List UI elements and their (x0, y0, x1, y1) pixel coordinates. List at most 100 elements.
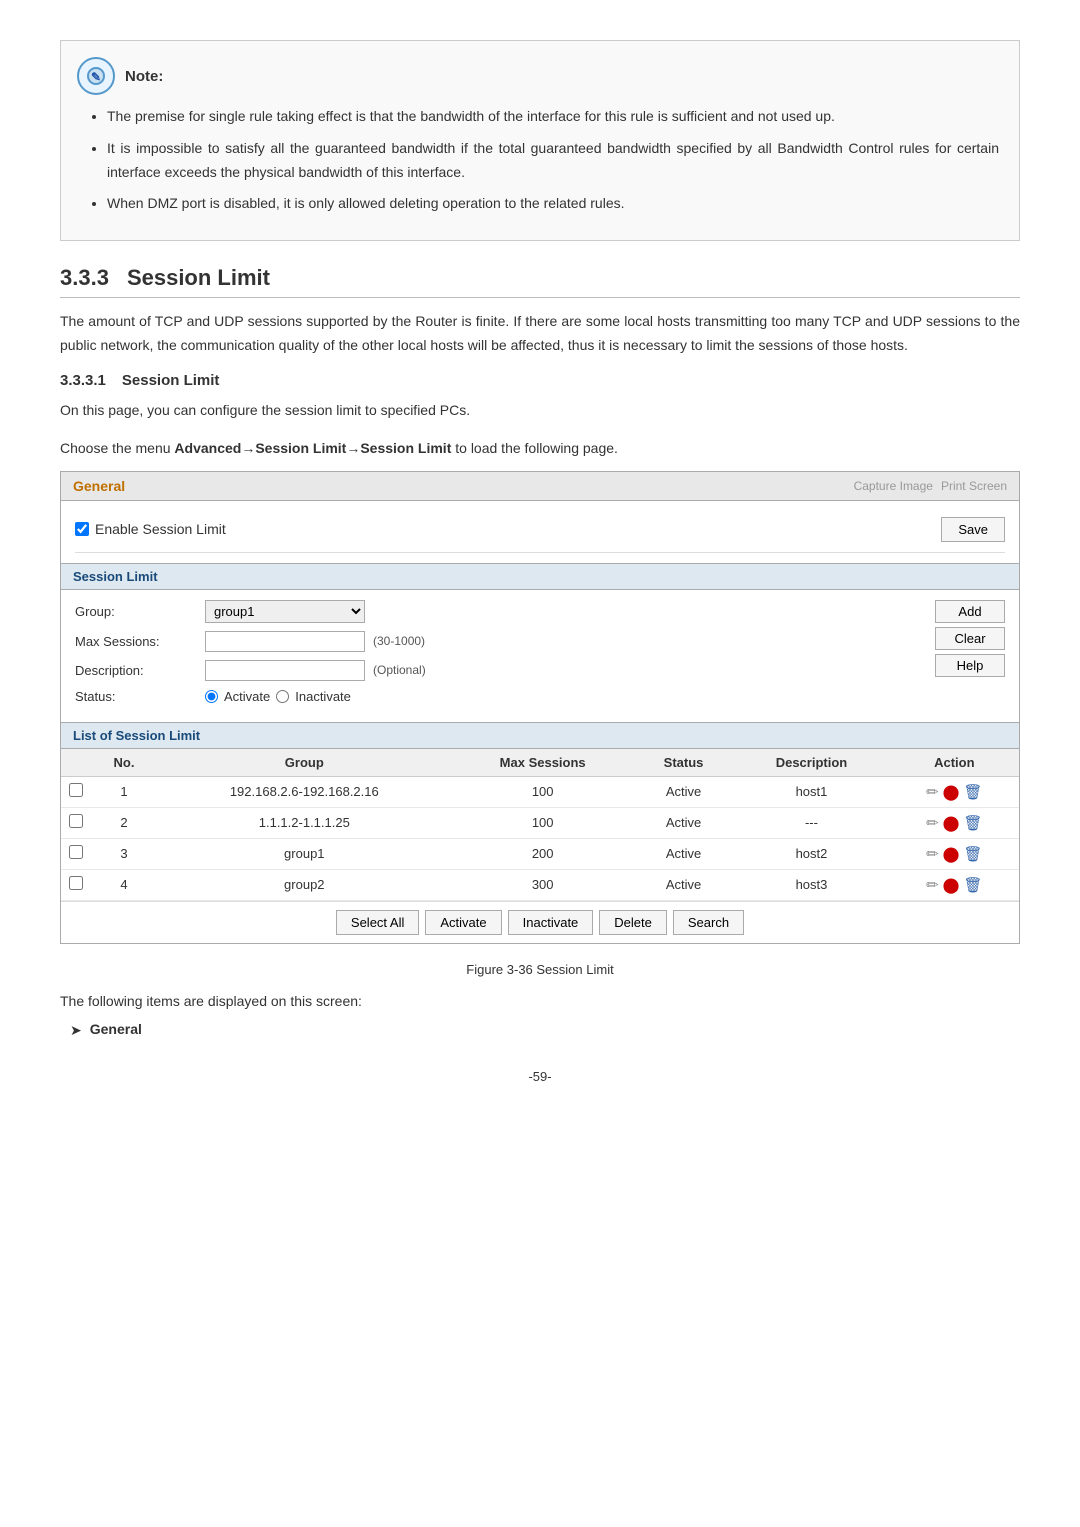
subsection-intro: On this page, you can configure the sess… (60, 399, 1020, 423)
edit-icon[interactable]: ✏ (926, 845, 939, 863)
max-sessions-input[interactable] (205, 631, 365, 652)
row-checkbox-1[interactable] (69, 783, 83, 797)
inactivate-button[interactable]: Inactivate (508, 910, 594, 935)
row-checkbox-cell (61, 869, 91, 900)
row-max-sessions: 100 (452, 776, 634, 807)
search-button[interactable]: Search (673, 910, 744, 935)
following-text: The following items are displayed on thi… (60, 993, 1020, 1009)
row-checkbox-3[interactable] (69, 845, 83, 859)
activate-button[interactable]: Activate (425, 910, 501, 935)
action-buttons: Add Clear Help (921, 590, 1019, 722)
col-description: Description (733, 749, 889, 777)
col-status: Status (634, 749, 734, 777)
note-header: ✎ Note: (77, 57, 999, 95)
delete-icon[interactable]: 🗑 (963, 876, 982, 894)
delete-icon[interactable]: 🗑 (963, 845, 982, 863)
section-body: The amount of TCP and UDP sessions suppo… (60, 310, 1020, 358)
group-row: Group: group1 (75, 600, 907, 623)
row-status: Active (634, 807, 734, 838)
menu-instruction: Choose the menu Advanced→Session Limit→S… (60, 437, 1020, 459)
session-limit-section-header: Session Limit (61, 563, 1019, 590)
max-sessions-hint: (30-1000) (373, 634, 425, 648)
disable-icon[interactable]: ⬤ (943, 783, 960, 801)
table-header-row: No. Group Max Sessions Status Descriptio… (61, 749, 1019, 777)
form-fields: Group: group1 Max Sessions: (30-1000) De… (61, 590, 921, 722)
table-row: 3 group1 200 Active host2 ✏ ⬤ 🗑 (61, 838, 1019, 869)
group-select[interactable]: group1 (205, 600, 365, 623)
disable-icon[interactable]: ⬤ (943, 845, 960, 863)
row-action: ✏ ⬤ 🗑 (890, 807, 1019, 838)
description-input[interactable] (205, 660, 365, 681)
row-checkbox-cell (61, 807, 91, 838)
row-checkbox-2[interactable] (69, 814, 83, 828)
row-max-sessions: 100 (452, 807, 634, 838)
subsection-title: Session Limit (122, 372, 220, 389)
edit-icon[interactable]: ✏ (926, 876, 939, 894)
row-no: 2 (91, 807, 157, 838)
clear-button[interactable]: Clear (935, 627, 1005, 650)
general-label: General (73, 478, 125, 494)
bottom-buttons: Select All Activate Inactivate Delete Se… (61, 901, 1019, 943)
row-max-sessions: 300 (452, 869, 634, 900)
capture-image-btn[interactable]: Capture Image (854, 479, 933, 493)
general-arrow-label: General (90, 1021, 142, 1037)
save-button[interactable]: Save (941, 517, 1005, 542)
table-row: 4 group2 300 Active host3 ✏ ⬤ 🗑 (61, 869, 1019, 900)
row-group: group2 (157, 869, 452, 900)
panel-header: General Capture Image Print Screen (61, 472, 1019, 501)
row-group: 1.1.1.2-1.1.1.25 (157, 807, 452, 838)
note-icon: ✎ (77, 57, 115, 95)
arrow-icon: ➤ (70, 1022, 82, 1039)
add-button[interactable]: Add (935, 600, 1005, 623)
note-item-3: When DMZ port is disabled, it is only al… (107, 192, 999, 216)
subsection-title-row: 3.3.3.1 Session Limit (60, 372, 1020, 389)
print-screen-btn[interactable]: Print Screen (941, 479, 1007, 493)
note-list: The premise for single rule taking effec… (77, 105, 999, 216)
edit-icon[interactable]: ✏ (926, 814, 939, 832)
col-max-sessions: Max Sessions (452, 749, 634, 777)
section-title-row: 3.3.3 Session Limit (60, 265, 1020, 298)
session-limit-table: No. Group Max Sessions Status Descriptio… (61, 749, 1019, 901)
inactivate-radio[interactable] (276, 690, 289, 703)
row-max-sessions: 200 (452, 838, 634, 869)
select-all-button[interactable]: Select All (336, 910, 419, 935)
table-row: 1 192.168.2.6-192.168.2.16 100 Active ho… (61, 776, 1019, 807)
row-description: host2 (733, 838, 889, 869)
row-checkbox-cell (61, 776, 91, 807)
delete-icon[interactable]: 🗑 (963, 814, 982, 832)
list-section-header: List of Session Limit (61, 722, 1019, 749)
form-and-actions: Group: group1 Max Sessions: (30-1000) De… (61, 590, 1019, 722)
row-no: 3 (91, 838, 157, 869)
help-button[interactable]: Help (935, 654, 1005, 677)
activate-radio[interactable] (205, 690, 218, 703)
row-status: Active (634, 776, 734, 807)
panel-enable-section: Enable Session Limit Save (61, 501, 1019, 563)
note-item-2: It is impossible to satisfy all the guar… (107, 137, 999, 185)
row-status: Active (634, 838, 734, 869)
delete-button[interactable]: Delete (599, 910, 667, 935)
description-label: Description: (75, 663, 205, 678)
disable-icon[interactable]: ⬤ (943, 876, 960, 894)
col-checkbox (61, 749, 91, 777)
svg-text:✎: ✎ (91, 70, 101, 84)
section-number: 3.3.3 (60, 265, 109, 291)
delete-icon[interactable]: 🗑 (963, 783, 982, 801)
enable-session-limit-checkbox[interactable] (75, 522, 89, 536)
figure-caption: Figure 3-36 Session Limit (60, 962, 1020, 977)
row-description: host3 (733, 869, 889, 900)
group-label: Group: (75, 604, 205, 619)
edit-icon[interactable]: ✏ (926, 783, 939, 801)
page-number: -59- (60, 1069, 1020, 1084)
row-checkbox-cell (61, 838, 91, 869)
row-no: 1 (91, 776, 157, 807)
row-checkbox-4[interactable] (69, 876, 83, 890)
disable-icon[interactable]: ⬤ (943, 814, 960, 832)
status-row: Status: Activate Inactivate (75, 689, 907, 704)
row-group: group1 (157, 838, 452, 869)
col-action: Action (890, 749, 1019, 777)
enable-row: Enable Session Limit Save (75, 511, 1005, 553)
panel-header-actions: Capture Image Print Screen (854, 479, 1007, 493)
row-status: Active (634, 869, 734, 900)
section-title: Session Limit (127, 265, 270, 291)
status-label: Status: (75, 689, 205, 704)
